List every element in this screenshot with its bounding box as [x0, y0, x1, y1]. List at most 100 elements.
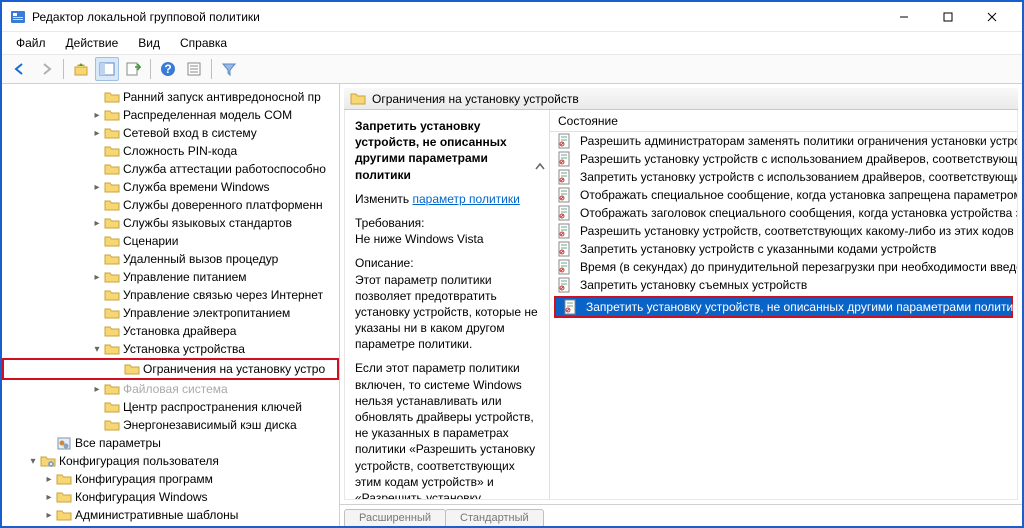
- properties-button[interactable]: [182, 57, 206, 81]
- disclosure-icon[interactable]: ▸: [90, 270, 104, 284]
- minimize-button[interactable]: [882, 3, 926, 31]
- tree-item[interactable]: Сложность PIN-кода: [2, 142, 339, 160]
- policy-list-item[interactable]: Запретить установку съемных устройств: [550, 276, 1017, 294]
- folder-icon: [350, 91, 366, 107]
- policy-icon: [556, 241, 572, 257]
- tree-item[interactable]: ▸ Управление питанием: [2, 268, 339, 286]
- policy-item-label: Запретить установку устройств, не описан…: [586, 300, 1017, 314]
- disclosure-icon[interactable]: ▸: [90, 126, 104, 140]
- folder-icon: [104, 143, 120, 159]
- disclosure-icon[interactable]: ▸: [90, 180, 104, 194]
- tree-item[interactable]: Установка драйвера: [2, 322, 339, 340]
- tab-extended[interactable]: Расширенный: [344, 509, 446, 526]
- disclosure-icon[interactable]: ▸: [90, 382, 104, 396]
- tree-item[interactable]: ▸Служба времени Windows: [2, 178, 339, 196]
- folder-icon: [104, 381, 120, 397]
- tree-item[interactable]: ▸Файловая система: [2, 380, 339, 398]
- folder-icon: [104, 89, 120, 105]
- menubar: Файл Действие Вид Справка: [2, 32, 1022, 54]
- tree-item[interactable]: ▸Сетевой вход в систему: [2, 124, 339, 142]
- folder-icon: [104, 399, 120, 415]
- disclosure-icon[interactable]: ▸: [90, 108, 104, 122]
- tree-item[interactable]: ▸Службы языковых стандартов: [2, 214, 339, 232]
- disclosure-icon[interactable]: ▸: [42, 490, 56, 504]
- disclosure-icon: [90, 324, 104, 338]
- policy-list-item[interactable]: Запретить установку устройств, не описан…: [554, 296, 1013, 318]
- tree-item[interactable]: ▸ Распределенная модель COM: [2, 106, 339, 124]
- list-column-state[interactable]: Состояние: [550, 110, 1017, 132]
- edit-policy-link[interactable]: параметр политики: [412, 192, 519, 206]
- tree-item-label: Энергонезависимый кэш диска: [123, 418, 297, 432]
- tab-standard[interactable]: Стандартный: [445, 509, 544, 526]
- show-hide-tree-button[interactable]: [95, 57, 119, 81]
- disclosure-icon[interactable]: ▸: [90, 216, 104, 230]
- tree-item-label: Распределенная модель COM: [123, 108, 292, 122]
- disclosure-icon[interactable]: ▸: [42, 472, 56, 486]
- filter-button[interactable]: [217, 57, 241, 81]
- policy-list-item[interactable]: Разрешить установку устройств, соответст…: [550, 222, 1017, 240]
- policy-item-label: Отображать специальное сообщение, когда …: [580, 188, 1017, 202]
- app-icon: [10, 9, 26, 25]
- folder-icon: [40, 453, 56, 469]
- scroll-up-icon[interactable]: [533, 160, 547, 174]
- tree-item-label: Установка устройства: [123, 342, 245, 356]
- tree-item[interactable]: Ограничения на установку устро: [2, 358, 339, 380]
- back-button[interactable]: [8, 57, 32, 81]
- tree-item[interactable]: Сценарии: [2, 232, 339, 250]
- disclosure-icon[interactable]: ▾: [26, 454, 40, 468]
- menu-action[interactable]: Действие: [58, 34, 127, 52]
- maximize-button[interactable]: [926, 3, 970, 31]
- policy-list-item[interactable]: Время (в секундах) до принудительной пер…: [550, 258, 1017, 276]
- tree-item[interactable]: ▾ Установка устройства: [2, 340, 339, 358]
- tree-item[interactable]: Все параметры: [2, 434, 339, 452]
- tree-item[interactable]: Службы доверенного платформенн: [2, 196, 339, 214]
- menu-view[interactable]: Вид: [130, 34, 168, 52]
- policy-list-item[interactable]: Отображать заголовок специального сообще…: [550, 204, 1017, 222]
- disclosure-icon[interactable]: ▾: [90, 342, 104, 356]
- tree-item[interactable]: Управление электропитанием: [2, 304, 339, 322]
- help-button[interactable]: ?: [156, 57, 180, 81]
- policy-icon: [556, 151, 572, 167]
- tree-item[interactable]: Ранний запуск антивредоносной пр: [2, 88, 339, 106]
- disclosure-icon[interactable]: ▸: [42, 508, 56, 522]
- policy-list-item[interactable]: Разрешить администраторам заменять полит…: [550, 132, 1017, 150]
- tree-item-label: Административные шаблоны: [75, 508, 238, 522]
- folder-icon: [104, 341, 120, 357]
- tree-item-label: Удаленный вызов процедур: [123, 252, 278, 266]
- disclosure-icon: [42, 436, 56, 450]
- policy-list-item[interactable]: Разрешить установку устройств с использо…: [550, 150, 1017, 168]
- tree-item[interactable]: Удаленный вызов процедур: [2, 250, 339, 268]
- menu-file[interactable]: Файл: [8, 34, 54, 52]
- tree-item[interactable]: Энергонезависимый кэш диска: [2, 416, 339, 434]
- svg-text:?: ?: [164, 62, 171, 76]
- folder-icon: [104, 107, 120, 123]
- tree-item[interactable]: Управление связью через Интернет: [2, 286, 339, 304]
- tree-item[interactable]: Центр распространения ключей: [2, 398, 339, 416]
- tree-item-label: Все параметры: [75, 436, 161, 450]
- folder-icon: [104, 251, 120, 267]
- tree-item[interactable]: Служба аттестации работоспособно: [2, 160, 339, 178]
- export-button[interactable]: [121, 57, 145, 81]
- tree-item-label: Управление связью через Интернет: [123, 288, 323, 302]
- tree-item[interactable]: ▾Конфигурация пользователя: [2, 452, 339, 470]
- disclosure-icon: [90, 234, 104, 248]
- policy-icon: [562, 299, 578, 315]
- tree-item[interactable]: ▸ Административные шаблоны: [2, 506, 339, 524]
- folder-icon: [104, 305, 120, 321]
- forward-button[interactable]: [34, 57, 58, 81]
- folder-icon: [56, 435, 72, 451]
- policy-title: Запретить установку устройств, не описан…: [355, 119, 507, 182]
- up-button[interactable]: [69, 57, 93, 81]
- policy-list-item[interactable]: Запретить установку устройств с указанны…: [550, 240, 1017, 258]
- folder-icon: [104, 417, 120, 433]
- policy-list[interactable]: Состояние Разрешить администраторам заме…: [550, 110, 1017, 499]
- menu-help[interactable]: Справка: [172, 34, 235, 52]
- tree-item-label: Управление питанием: [123, 270, 247, 284]
- close-button[interactable]: [970, 3, 1014, 31]
- tree-item[interactable]: ▸Конфигурация Windows: [2, 488, 339, 506]
- policy-list-item[interactable]: Запретить установку устройств с использо…: [550, 168, 1017, 186]
- tree-pane[interactable]: Ранний запуск антивредоносной пр ▸ Распред…: [2, 84, 340, 526]
- tree-item[interactable]: ▸Конфигурация программ: [2, 470, 339, 488]
- policy-list-item[interactable]: Отображать специальное сообщение, когда …: [550, 186, 1017, 204]
- folder-icon: [104, 287, 120, 303]
